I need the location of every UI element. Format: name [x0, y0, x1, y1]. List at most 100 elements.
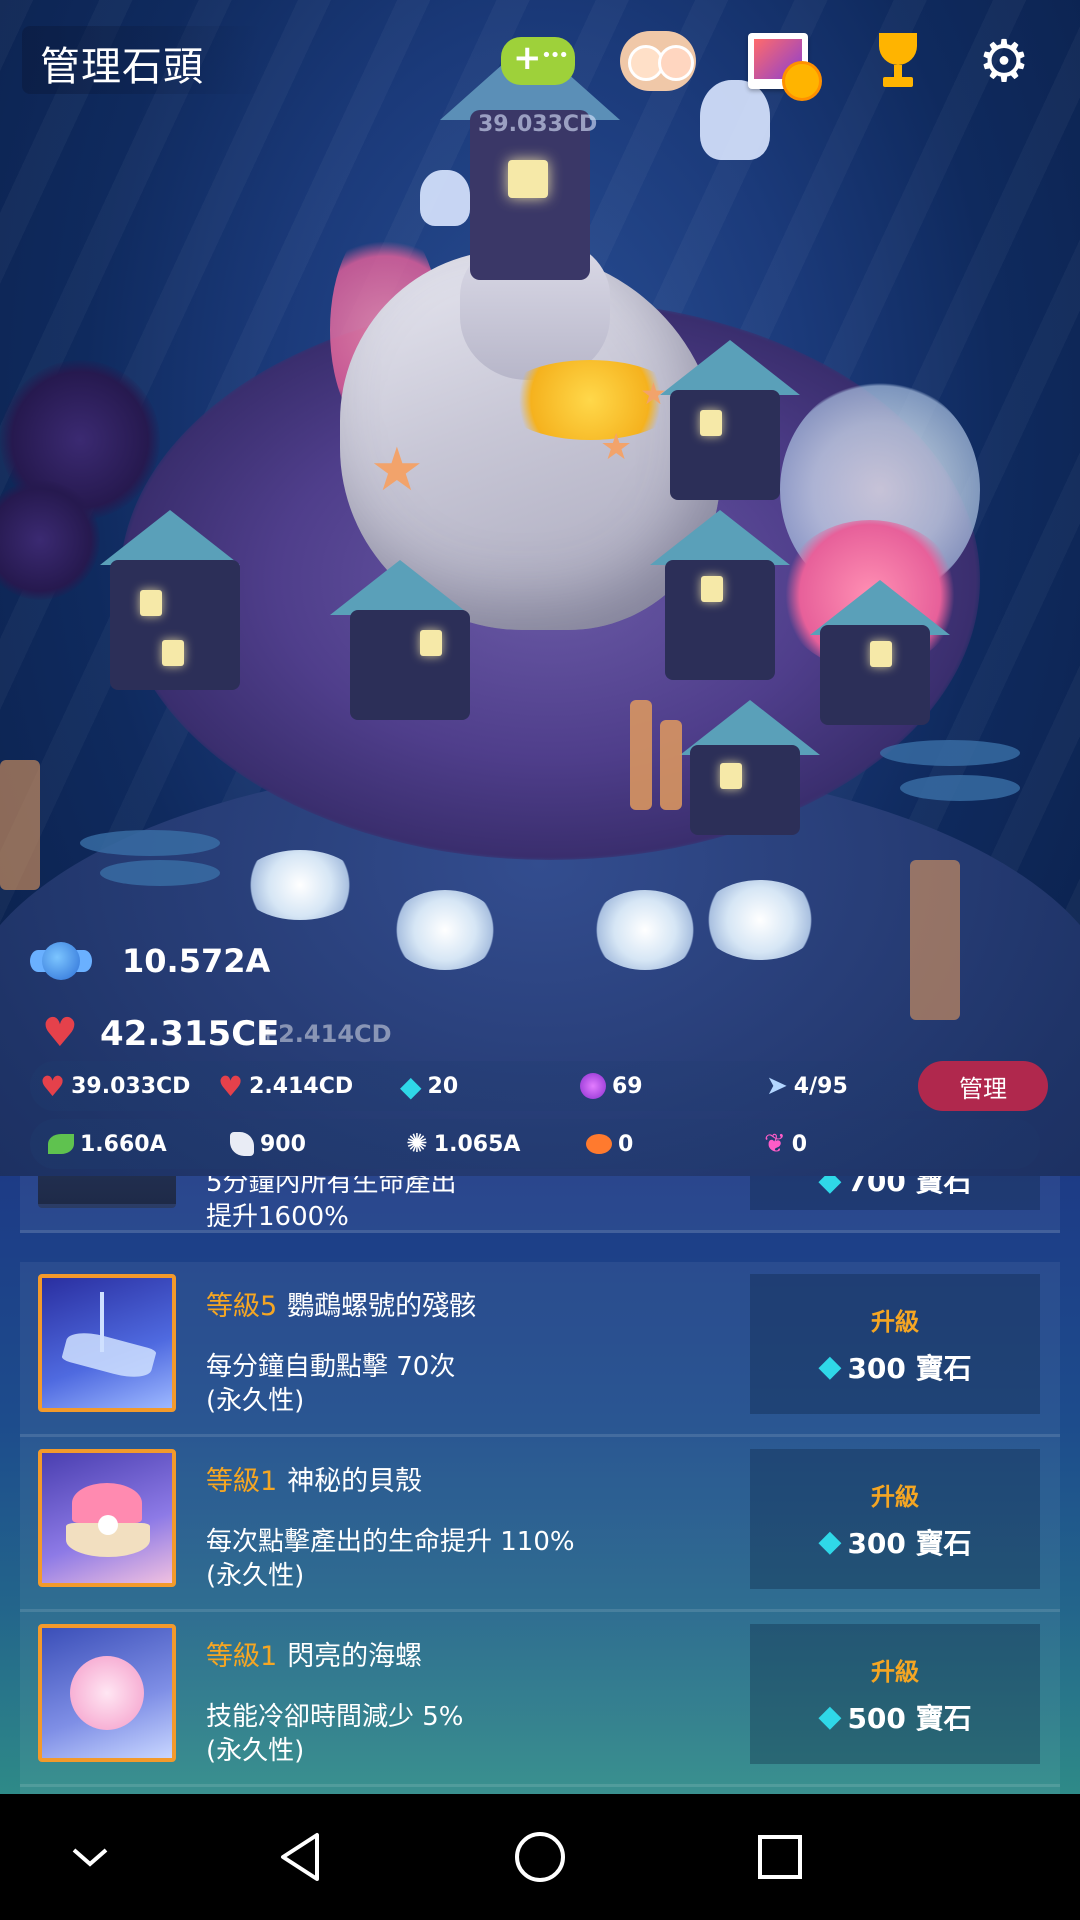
upgrade-list[interactable]: 5分鐘內所有生命產出 提升1600% ◆ 700 寶石 等級5 鸚鵡螺號的殘骸 每… [0, 1176, 1080, 1794]
album-button[interactable] [740, 28, 822, 101]
house-roof [100, 510, 240, 565]
back-button[interactable] [260, 1824, 340, 1890]
upgrade-button[interactable]: ◆ 700 寶石 [750, 1176, 1040, 1210]
upgrade-item: 等級1 神秘的貝殼 每次點擊產出的生命提升 110% (永久性) 升級 ◆ 300… [20, 1437, 1060, 1612]
gem-icon: ◆ [818, 1349, 842, 1384]
crab-icon [586, 1134, 612, 1154]
house [690, 745, 800, 835]
home-button[interactable] [500, 1824, 580, 1890]
per-second-stat: ♥ 2.414CD [218, 1061, 353, 1111]
floating-life-value: 39.033CD [478, 112, 598, 137]
upgrade-cost: 500 寶石 [847, 1701, 972, 1735]
gems-stat: ◆ 20 [400, 1061, 458, 1111]
gamepad-icon [501, 37, 575, 85]
upgrade-item [20, 1787, 1060, 1794]
upgrade-button[interactable]: 升級 ◆ 300 寶石 [750, 1449, 1040, 1589]
tier-coral [880, 740, 1020, 766]
tier-coral [80, 830, 220, 856]
gem-icon: ◆ [818, 1176, 842, 1198]
tier-coral [100, 860, 220, 886]
item-description: 每次點擊產出的生命提升 110% (永久性) [206, 1525, 726, 1593]
album-icon [748, 33, 822, 101]
item-desc-line: (永久性) [206, 1736, 305, 1766]
upgrade-label: 升級 [871, 1482, 919, 1511]
shell-value: 900 [260, 1131, 306, 1157]
ghost-fish[interactable] [420, 170, 470, 226]
urchin-icon: ✺ [406, 1129, 428, 1159]
trophy-icon [873, 33, 923, 89]
pearls-stat: 69 [580, 1061, 643, 1111]
per-second-value: 2.414CD [249, 1073, 354, 1099]
branch-coral [0, 760, 40, 890]
item-desc-line: 提升1600% [206, 1202, 349, 1232]
kelp-icon [48, 1134, 74, 1154]
item-desc-line: (永久性) [206, 1386, 305, 1416]
tap-heart-icon: ♥ [40, 1069, 66, 1103]
gems-value: 20 [427, 1073, 459, 1099]
fish-value: 4/95 [793, 1073, 848, 1099]
candy-value: 10.572A [122, 942, 271, 980]
item-name: 神秘的貝殼 [287, 1466, 423, 1497]
house-roof [650, 510, 790, 565]
urchin-value: 1.065A [433, 1131, 521, 1157]
upgrade-label: 升級 [871, 1657, 919, 1686]
item-desc-line: 技能冷卻時間減少 5% [206, 1702, 464, 1732]
item-name: 鸚鵡螺號的殘骸 [287, 1291, 477, 1322]
gem-icon: ◆ [400, 1069, 422, 1103]
item-description: 5分鐘內所有生命產出 提升1600% [206, 1176, 726, 1234]
shell-stat: 900 [230, 1119, 306, 1169]
urchin-stat: ✺ 1.065A [406, 1119, 520, 1169]
tier-coral [900, 775, 1020, 801]
item-desc-line: 5分鐘內所有生命產出 [206, 1176, 457, 1198]
recents-icon [758, 1835, 802, 1879]
house-roof [660, 340, 800, 395]
gem-icon: ◆ [818, 1699, 842, 1734]
item-desc-line: 每分鐘自動點擊 70次 [206, 1352, 456, 1382]
resource-panel: 10.572A ♥ 42.315CE +2.414CD ♥ 39.033CD ♥… [0, 930, 1080, 1170]
crab-stat: 0 [586, 1119, 633, 1169]
starfish: ★ [640, 377, 667, 412]
manage-button[interactable]: 管理 [918, 1061, 1048, 1111]
achievements-button[interactable] [860, 28, 936, 94]
kelp-stat: 1.660A [48, 1119, 167, 1169]
resource-row-2: 1.660A 900 ✺ 1.065A 0 ❦ 0 [30, 1119, 1040, 1169]
shipwreck-thumbnail [38, 1274, 176, 1412]
item-description: 每分鐘自動點擊 70次 (永久性) [206, 1350, 726, 1418]
game-services-button[interactable] [500, 28, 576, 94]
upgrade-item: 等級1 閃亮的海螺 技能冷卻時間減少 5% (永久性) 升級 ◆ 500 寶石 [20, 1612, 1060, 1787]
tube-coral [630, 700, 652, 810]
seahorse-stat: ❦ 0 [764, 1119, 807, 1169]
friends-button[interactable] [620, 28, 696, 94]
hide-keyboard-button[interactable] [50, 1824, 130, 1890]
upgrade-button[interactable]: 升級 ◆ 500 寶石 [750, 1624, 1040, 1764]
resource-row-1: ♥ 39.033CD ♥ 2.414CD ◆ 20 69 ➤ 4/95 管理 [30, 1061, 1048, 1111]
tap-life-value: 39.033CD [71, 1073, 191, 1099]
house-roof [330, 560, 470, 615]
candy-icon [30, 930, 92, 992]
upgrade-label: 升級 [871, 1307, 919, 1336]
recents-button[interactable] [740, 1824, 820, 1890]
settings-button[interactable]: ⚙ [966, 28, 1042, 94]
item-level: 等級5 [206, 1291, 278, 1322]
upgrade-button[interactable]: 升級 ◆ 300 寶石 [750, 1274, 1040, 1414]
crab-value: 0 [618, 1131, 634, 1157]
item-desc-line: 每次點擊產出的生命提升 110% [206, 1527, 575, 1557]
item-title: 等級1 神秘的貝殼 [206, 1459, 422, 1498]
item-description: 技能冷卻時間減少 5% (永久性) [206, 1700, 726, 1768]
seahorse-value: 0 [791, 1131, 808, 1157]
chevron-down-icon [72, 1848, 108, 1867]
upgrade-cost: 700 寶石 [847, 1176, 972, 1198]
item-name: 閃亮的海螺 [287, 1641, 423, 1672]
anemone [240, 850, 360, 920]
medal-icon [782, 61, 822, 101]
shell-icon [230, 1132, 254, 1156]
fish-stat: ➤ 4/95 [766, 1061, 848, 1111]
upgrade-item: 等級5 鸚鵡螺號的殘骸 每分鐘自動點擊 70次 (永久性) 升級 ◆ 300 寶石 [20, 1262, 1060, 1437]
life-value: 42.315CE [100, 1014, 280, 1054]
conch-thumbnail [38, 1624, 176, 1762]
page-title: 管理石頭 [40, 44, 204, 90]
upgrade-cost: 300 寶石 [847, 1526, 972, 1560]
home-icon [515, 1832, 565, 1882]
house [110, 560, 240, 690]
back-icon [281, 1833, 319, 1881]
